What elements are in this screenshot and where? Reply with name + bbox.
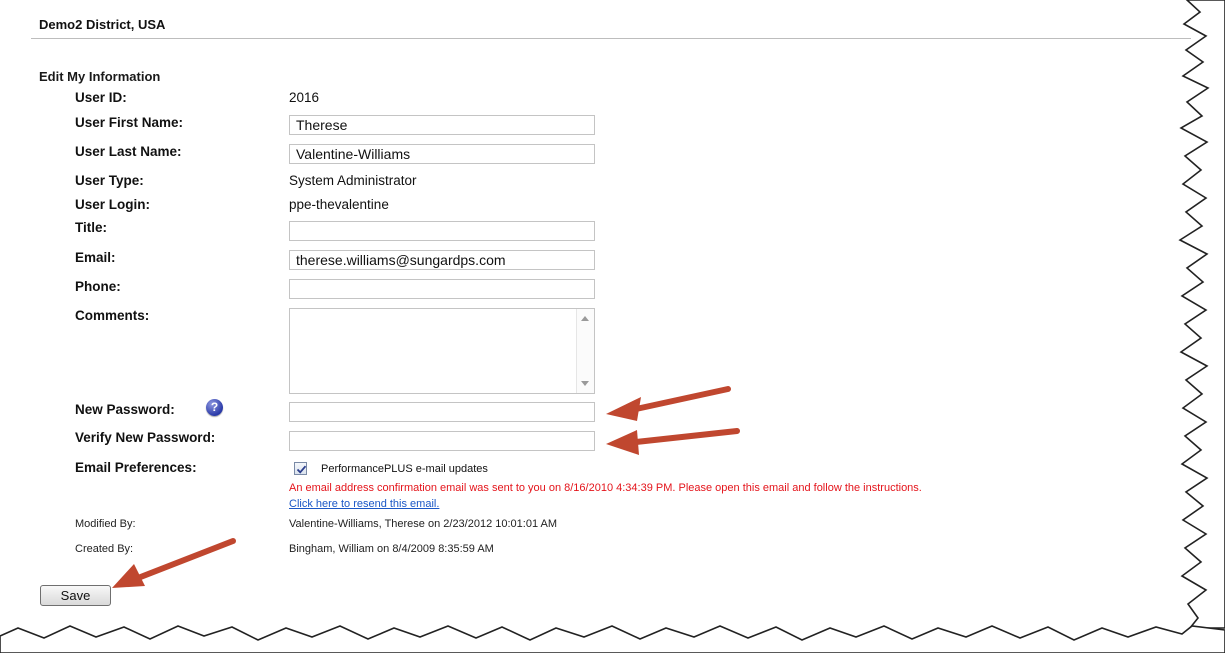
user-type-label: User Type: (75, 173, 144, 188)
user-type-value: System Administrator (289, 173, 417, 188)
resend-email-link[interactable]: Click here to resend this email. (289, 498, 439, 510)
email-label: Email: (75, 250, 116, 265)
comments-textarea[interactable] (290, 309, 577, 393)
email-updates-label: PerformancePLUS e-mail updates (321, 463, 488, 475)
last-name-input[interactable] (289, 144, 595, 164)
phone-input[interactable] (289, 279, 595, 299)
comments-label: Comments: (75, 308, 150, 323)
created-by-value: Bingham, William on 8/4/2009 8:35:59 AM (289, 543, 494, 555)
save-button[interactable]: Save (40, 585, 111, 606)
email-updates-checkbox[interactable] (294, 462, 307, 475)
new-password-input[interactable] (289, 402, 595, 422)
user-id-value: 2016 (289, 90, 320, 105)
scroll-down-arrow-icon[interactable] (581, 381, 589, 386)
phone-label: Phone: (75, 279, 121, 294)
user-login-value: ppe-thevalentine (289, 197, 389, 212)
section-title: Edit My Information (39, 69, 161, 84)
first-name-input[interactable] (289, 115, 595, 135)
title-input[interactable] (289, 221, 595, 241)
header-divider (31, 38, 1191, 39)
comments-scrollbar[interactable] (576, 309, 594, 393)
email-input[interactable] (289, 250, 595, 270)
last-name-label: User Last Name: (75, 144, 182, 159)
check-icon (296, 465, 307, 474)
page: Demo2 District, USA Edit My Information … (8, 0, 1191, 625)
title-label: Title: (75, 220, 108, 235)
modified-by-value: Valentine-Williams, Therese on 2/23/2012… (289, 518, 558, 530)
verify-password-label: Verify New Password: (75, 430, 216, 445)
district-name: Demo2 District, USA (39, 17, 166, 32)
modified-by-label: Modified By: (75, 518, 136, 530)
first-name-label: User First Name: (75, 115, 184, 130)
new-password-label: New Password: (75, 402, 175, 417)
comments-box (289, 308, 595, 394)
scroll-up-arrow-icon[interactable] (581, 316, 589, 321)
help-question-icon[interactable]: ? (206, 399, 223, 416)
email-preferences-label: Email Preferences: (75, 460, 197, 475)
user-login-label: User Login: (75, 197, 151, 212)
confirmation-notice: An email address confirmation email was … (289, 482, 922, 494)
created-by-label: Created By: (75, 543, 134, 555)
user-id-label: User ID: (75, 90, 127, 105)
verify-password-input[interactable] (289, 431, 595, 451)
